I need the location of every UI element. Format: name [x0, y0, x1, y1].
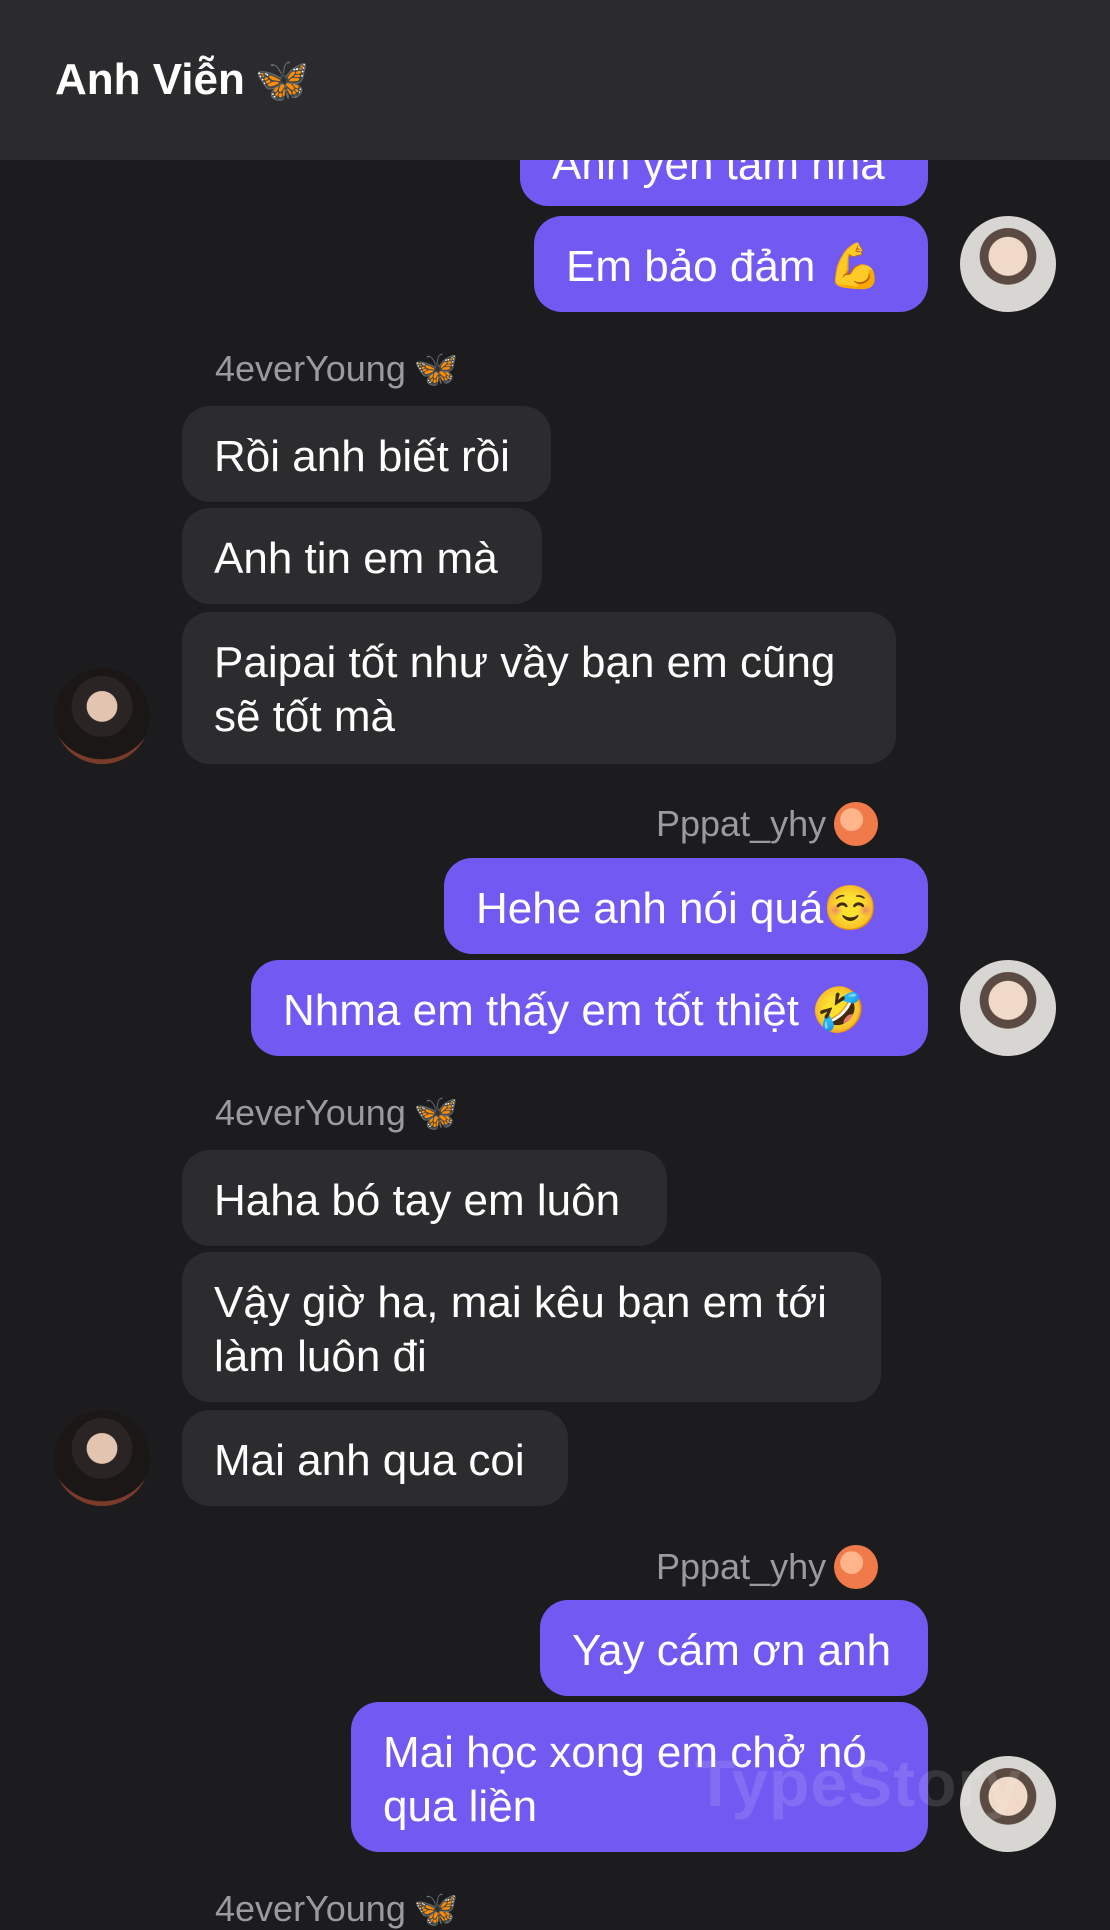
butterfly-icon: 🦋 — [413, 1092, 459, 1133]
message-list[interactable]: Anh yên tâm nha Em bảo đảm 💪 4everYoung … — [0, 0, 1110, 1929]
message-bubble-incoming[interactable]: Vậy giờ ha, mai kêu bạn em tới làm luôn … — [182, 1252, 881, 1402]
chat-title-text: Anh Viễn — [55, 55, 245, 104]
butterfly-icon: 🦋 — [413, 348, 459, 389]
sender-name: 4everYoung 🦋 — [215, 348, 459, 389]
message-text: Hehe anh nói quá☺️ — [476, 884, 879, 933]
watermark: TypeStory — [695, 1746, 1022, 1820]
message-text: Nhma em thấy em tốt thiệt 🤣 — [283, 986, 866, 1035]
message-bubble-incoming[interactable]: Anh tin em mà — [182, 508, 542, 604]
peach-icon — [834, 802, 879, 846]
butterfly-icon: 🦋 — [413, 1888, 459, 1929]
sender-name: 4everYoung 🦋 — [215, 1092, 459, 1133]
message-bubble-outgoing[interactable]: Em bảo đảm 💪 — [534, 216, 928, 312]
avatar-other[interactable] — [54, 1410, 150, 1506]
message-bubble-incoming[interactable]: Haha bó tay em luôn — [182, 1150, 667, 1246]
chat-title[interactable]: Anh Viễn 🦋 — [55, 54, 310, 106]
message-bubble-incoming[interactable]: Rồi anh biết rồi — [182, 406, 551, 502]
message-bubble-outgoing[interactable]: Nhma em thấy em tốt thiệt 🤣 — [251, 960, 928, 1056]
avatar-me[interactable] — [960, 960, 1056, 1056]
message-text: Haha bó tay em luôn — [214, 1176, 621, 1225]
sender-name: Pppat_yhy — [656, 1545, 879, 1589]
message-bubble-outgoing[interactable]: Yay cám ơn anh — [540, 1600, 928, 1696]
sender-name: Pppat_yhy — [656, 802, 879, 846]
peach-icon — [834, 1545, 879, 1589]
message-text: Anh tin em mà — [214, 534, 498, 583]
message-bubble-incoming[interactable]: Mai anh qua coi — [182, 1410, 568, 1506]
avatar-me[interactable] — [960, 216, 1056, 312]
message-text: Mai anh qua coi — [214, 1436, 525, 1485]
chat-header: Anh Viễn 🦋 — [0, 0, 1110, 160]
message-text: Em bảo đảm 💪 — [566, 242, 883, 291]
message-text: Vậy giờ ha, mai kêu bạn em tới làm luôn … — [214, 1278, 827, 1381]
message-bubble-incoming[interactable]: Paipai tốt như vầy bạn em cũng sẽ tốt mà — [182, 612, 896, 764]
message-text: Rồi anh biết rồi — [214, 432, 510, 481]
message-bubble-outgoing[interactable]: Hehe anh nói quá☺️ — [444, 858, 928, 954]
sender-name: 4everYoung 🦋 — [215, 1888, 459, 1929]
message-text: Yay cám ơn anh — [572, 1626, 892, 1675]
avatar-other[interactable] — [54, 668, 150, 764]
butterfly-icon: 🦋 — [254, 56, 310, 105]
message-text: Paipai tốt như vầy bạn em cũng sẽ tốt mà — [214, 638, 836, 741]
